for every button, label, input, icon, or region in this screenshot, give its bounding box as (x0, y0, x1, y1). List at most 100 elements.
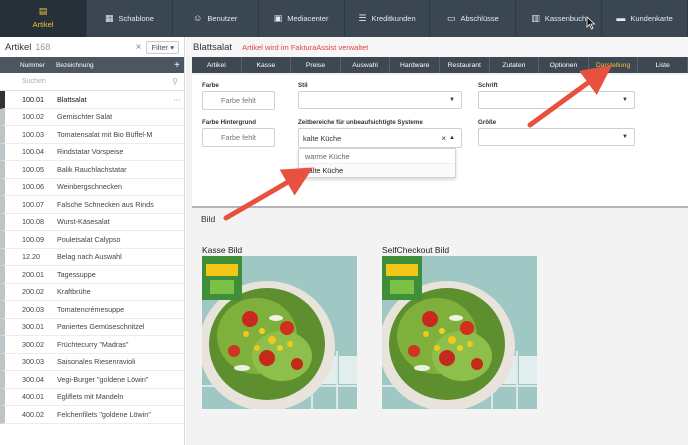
table-row[interactable]: 100.08 Wurst-Käsesalat (0, 213, 184, 231)
table-row[interactable]: 100.09 Pouletsalat Calypso (0, 231, 184, 249)
zeitbereiche-select[interactable]: kalte Küche × ▲ (298, 128, 462, 148)
row-number: 200.03 (22, 304, 44, 314)
table-row[interactable]: 200.02 Kraftbrühe (0, 283, 184, 301)
image-section: Bild Kasse Bild SelfCheckout Bild (192, 208, 688, 445)
nav-schablone[interactable]: ▦ Schablone (87, 0, 173, 37)
add-article-icon[interactable]: + (170, 60, 184, 71)
more-options-icon[interactable]: ⋯ (170, 95, 184, 104)
zeitbereiche-value: kalte Küche (303, 133, 342, 143)
tab-artikel[interactable]: Artikel (192, 57, 242, 73)
barcode-icon: ▤ (38, 6, 48, 16)
selfcheckout-bild-image[interactable] (382, 256, 537, 409)
table-row[interactable]: 300.03 Saisonales Riesenravioli (0, 353, 184, 371)
column-name[interactable]: Bezeichnung (48, 62, 170, 69)
tab-kasse[interactable]: Kasse (242, 57, 292, 73)
row-number: 100.06 (22, 182, 44, 192)
selfcheckout-bild-label: SelfCheckout Bild (382, 245, 450, 255)
farbe-hintergrund-picker[interactable]: Farbe fehlt (202, 128, 275, 147)
row-name: Belag nach Auswahl (57, 252, 122, 262)
row-number: 100.05 (22, 164, 44, 174)
row-name: Balik Rauchlachstatar (57, 164, 127, 174)
table-row[interactable]: 400.02 Felchenfilets "goldene Löwin" (0, 406, 184, 424)
dropdown-option[interactable]: kalte Küche (299, 163, 455, 177)
schrift-select[interactable]: ▼ (478, 91, 635, 109)
users-icon: ☺ (193, 13, 203, 23)
tab-darstellung[interactable]: Darstellung (589, 57, 639, 73)
nav-label: Kassenbuch (544, 14, 587, 23)
table-row[interactable]: 200.03 Tomatencrèmesuppe (0, 301, 184, 319)
tab-optionen[interactable]: Optionen (539, 57, 589, 73)
row-number: 100.04 (22, 147, 44, 157)
row-name: Tomatencrèmesuppe (57, 304, 125, 314)
row-number: 400.02 (22, 409, 44, 419)
nav-kreditkunden[interactable]: ☰ Kreditkunden (345, 0, 431, 37)
row-name: Vegi-Burger "goldene Löwin" (57, 374, 149, 384)
table-row[interactable]: 100.05 Balik Rauchlachstatar (0, 161, 184, 179)
article-detail-panel: Blattsalat Artikel wird im FakturaAssist… (186, 37, 688, 445)
table-row[interactable]: 100.02 Gemischter Salat (0, 108, 184, 126)
row-name: Tomatensalat mit Bio Büffel-M (57, 129, 153, 139)
tab-hardware[interactable]: Hardware (390, 57, 440, 73)
clear-selection-icon[interactable]: × (441, 134, 446, 143)
detail-tabs: Artikel Kasse Preise Auswahl Hardware Restaur… (192, 57, 688, 73)
table-row[interactable]: 100.07 Falsche Schnecken aus Rinds (0, 196, 184, 214)
kasse-bild-label: Kasse Bild (202, 245, 243, 255)
bild-heading: Bild (201, 214, 216, 224)
nav-label: Artikel (32, 20, 54, 29)
tab-liste[interactable]: Liste (638, 57, 688, 73)
customer-card-icon: ▬ (616, 13, 626, 23)
chevron-down-icon: ▼ (622, 97, 628, 103)
groesse-label: Größe (478, 119, 497, 126)
nav-benutzer[interactable]: ☺ Benutzer (173, 0, 259, 37)
mouse-cursor-icon (586, 16, 596, 30)
table-row[interactable]: 12.20 Belag nach Auswahl (0, 248, 184, 266)
row-name: Blattsalat (57, 94, 87, 104)
table-row[interactable]: 400.01 Egliflets mit Mandeln (0, 388, 184, 406)
kasse-bild-image[interactable] (202, 256, 357, 409)
row-number: 300.02 (22, 339, 44, 349)
row-name: Paniertes Gemüseschnitzel (57, 322, 145, 332)
table-row[interactable]: 300.04 Vegi-Burger "goldene Löwin" (0, 371, 184, 389)
nav-abschlüsse[interactable]: ▭ Abschlüsse (430, 0, 517, 37)
nav-kundenkarte[interactable]: ▬ Kundenkarte (602, 0, 688, 37)
tab-preise[interactable]: Preise (291, 57, 341, 73)
table-row[interactable]: 300.02 Früchtecurry "Madras" (0, 336, 184, 354)
row-name: Kraftbrühe (57, 287, 91, 297)
row-name: Rindstatar Vorspeise (57, 147, 124, 157)
row-name: Egliflets mit Mandeln (57, 392, 124, 402)
table-row[interactable]: 100.03 Tomatensalat mit Bio Büffel-M (0, 126, 184, 144)
dropdown-option[interactable]: warme Küche (299, 149, 455, 163)
groesse-select[interactable]: ▼ (478, 128, 635, 146)
article-rows: 100.01 Blattsalat ⋯ 100.02 Gemischter Salat 1… (0, 91, 184, 424)
farbe-picker[interactable]: Farbe fehlt (202, 91, 275, 110)
nav-artikel[interactable]: ▤ Artikel (0, 0, 87, 37)
table-row[interactable]: 300.01 Paniertes Gemüseschnitzel (0, 318, 184, 336)
filter-button[interactable]: Filter ▾ (146, 40, 179, 54)
column-number[interactable]: Nummer (0, 62, 48, 69)
tab-auswahl[interactable]: Auswahl (341, 57, 391, 73)
closings-icon: ▭ (446, 13, 456, 23)
zeitbereiche-label: Zeitbereiche für unbeaufsichtigte System… (298, 119, 423, 126)
row-number: 100.01 (22, 94, 44, 104)
nav-mediacenter[interactable]: ▣ Mediacenter (259, 0, 345, 37)
article-count: 168 (35, 42, 51, 52)
row-number: 300.03 (22, 357, 44, 367)
clear-filter-icon[interactable]: × (136, 42, 142, 53)
row-number: 400.01 (22, 392, 44, 402)
tab-zutaten[interactable]: Zutaten (490, 57, 540, 73)
tab-restaurant[interactable]: Restaurant (440, 57, 490, 73)
table-row[interactable]: 100.06 Weinbergschnecken (0, 178, 184, 196)
cashbook-icon: ▥ (531, 13, 540, 23)
nav-label: Schablone (118, 14, 154, 23)
search-icon: ⚲ (172, 77, 178, 86)
schrift-label: Schrift (478, 82, 498, 89)
row-name: Wurst-Käsesalat (57, 217, 110, 227)
table-row[interactable]: 100.04 Rindstatar Vorspeise (0, 143, 184, 161)
table-row[interactable]: 100.01 Blattsalat ⋯ (0, 91, 184, 109)
article-list-title: Artikel (5, 41, 32, 53)
article-search-input[interactable]: Suchen ⚲ (0, 73, 184, 91)
stil-select[interactable]: ▼ (298, 91, 462, 109)
row-number: 200.01 (22, 269, 44, 279)
table-row[interactable]: 200.01 Tagessuppe (0, 266, 184, 284)
row-number: 300.01 (22, 322, 44, 332)
